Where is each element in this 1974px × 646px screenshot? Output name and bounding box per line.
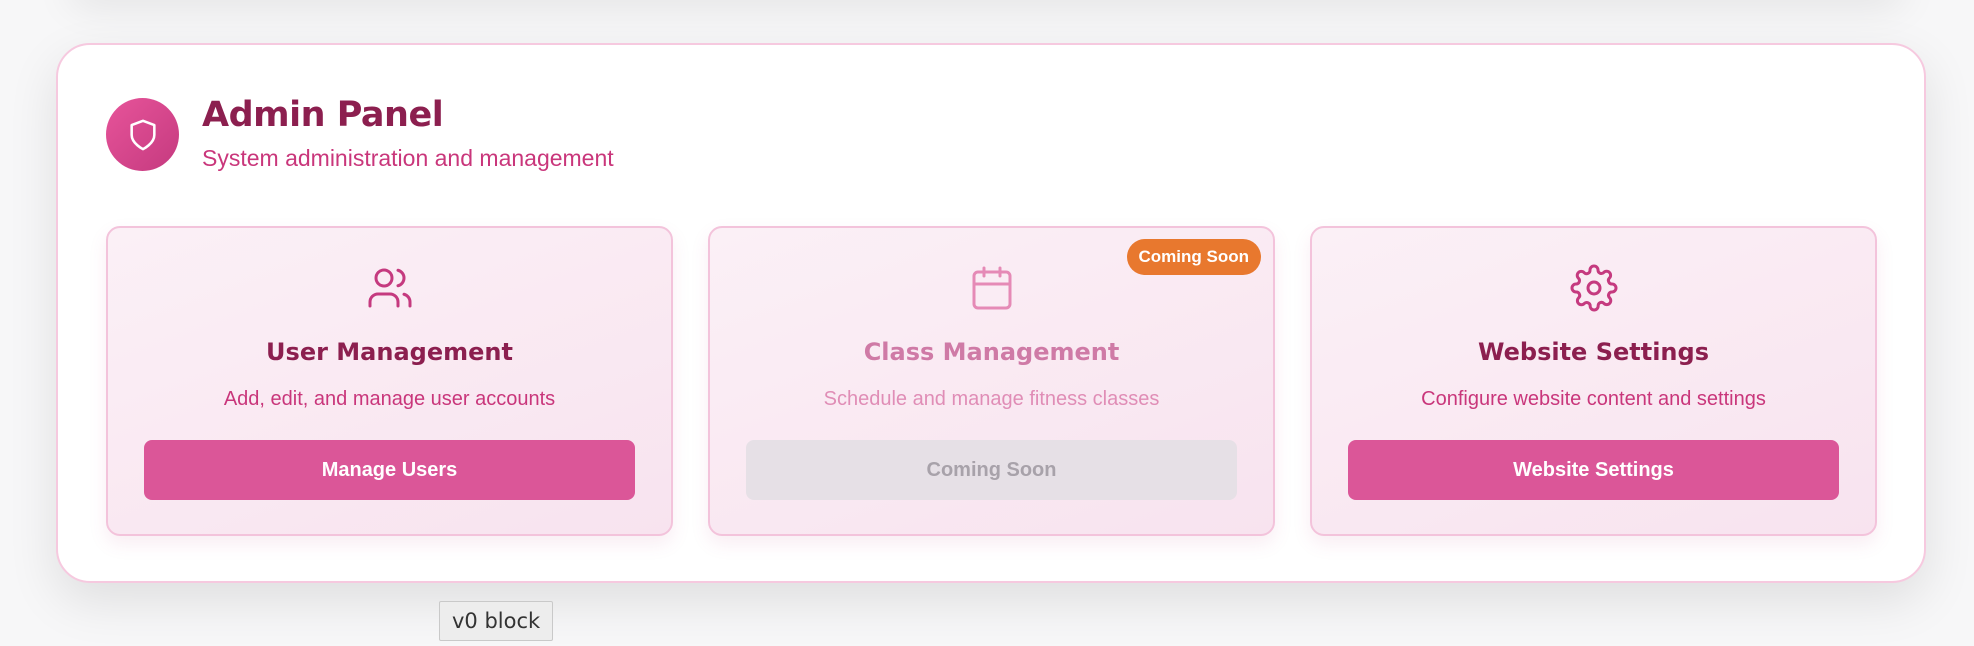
card-title: Class Management [863,338,1120,366]
coming-soon-button: Coming Soon [746,440,1237,500]
card-website-settings: Website Settings Configure website conte… [1310,226,1877,536]
card-description: Add, edit, and manage user accounts [223,388,556,410]
version-tag: v0 block [439,601,554,641]
website-settings-button[interactable]: Website Settings [1348,440,1839,500]
calendar-icon [968,264,1016,312]
card-title: Website Settings [1478,338,1709,366]
users-icon [366,264,414,312]
card-description: Schedule and manage fitness classes [823,388,1160,410]
manage-users-button[interactable]: Manage Users [144,440,635,500]
shield-icon [106,98,179,171]
card-title: User Management [266,338,513,366]
card-description: Configure website content and settings [1421,388,1766,410]
card-user-management: User Management Add, edit, and manage us… [106,226,673,536]
gear-icon [1570,264,1618,312]
admin-panel: Admin Panel System administration and ma… [56,43,1926,583]
coming-soon-badge: Coming Soon [1126,239,1261,275]
page-title: Admin Panel [202,95,444,135]
card-class-management: Coming Soon Class Management Schedule an… [708,226,1275,536]
page-subtitle: System administration and management [202,145,614,171]
